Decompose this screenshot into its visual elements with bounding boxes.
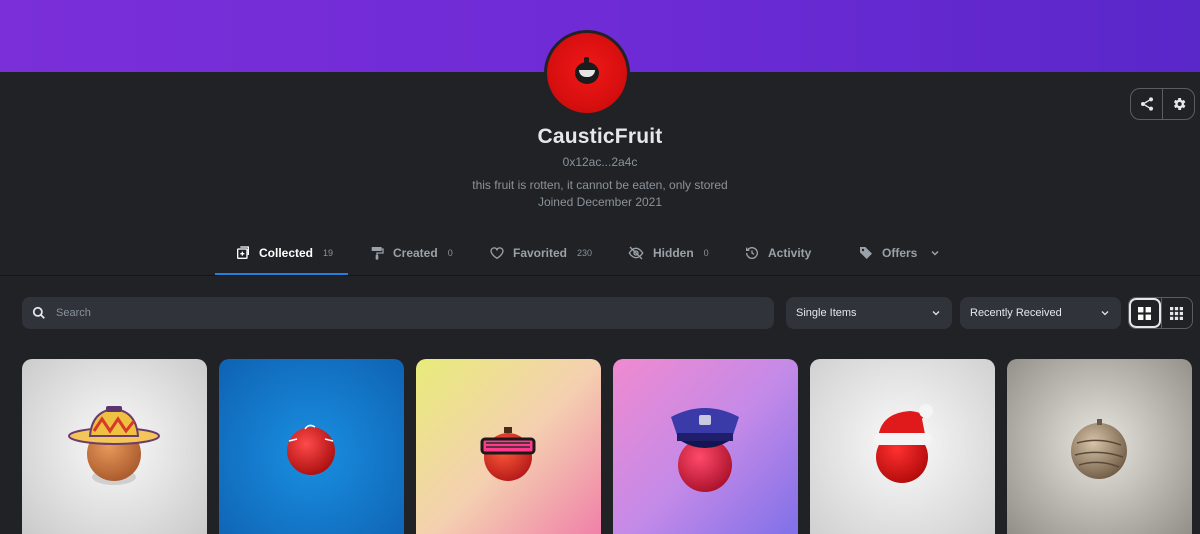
- tab-label: Hidden: [653, 246, 694, 260]
- search-input[interactable]: [56, 307, 736, 319]
- view-mode-toggle: [1128, 297, 1193, 329]
- tab-created[interactable]: Created 0: [349, 232, 473, 274]
- items-type-select[interactable]: Single Items: [786, 297, 952, 329]
- wallet-address[interactable]: 0x12ac...2a4c: [0, 155, 1200, 169]
- chevron-down-icon: [931, 250, 939, 256]
- small-grid-icon: [1170, 306, 1184, 320]
- search-bar[interactable]: [22, 297, 774, 329]
- nft-card[interactable]: [219, 359, 404, 534]
- profile-bio: this fruit is rotten, it cannot be eaten…: [472, 178, 728, 192]
- large-grid-icon: [1138, 306, 1152, 320]
- gear-icon: [1173, 98, 1186, 110]
- profile-info: CausticFruit 0x12ac...2a4c this fruit is…: [0, 125, 1200, 209]
- nft-image: [810, 359, 995, 534]
- settings-button[interactable]: [1162, 89, 1194, 119]
- nft-card[interactable]: [22, 359, 207, 534]
- tag-icon: [860, 247, 872, 259]
- nft-image: [219, 359, 404, 534]
- tab-count: 0: [703, 248, 709, 258]
- eye-off-icon: [628, 246, 644, 260]
- sort-select[interactable]: Recently Received: [960, 297, 1121, 329]
- nft-card[interactable]: [1007, 359, 1192, 534]
- nft-card[interactable]: [810, 359, 995, 534]
- collected-icon: [237, 245, 249, 259]
- nft-card[interactable]: [613, 359, 798, 534]
- small-grid-button[interactable]: [1160, 298, 1192, 328]
- tab-count: 0: [447, 248, 453, 258]
- large-grid-button[interactable]: [1129, 298, 1161, 328]
- search-icon: [32, 306, 45, 319]
- nft-image: [1007, 359, 1192, 534]
- tab-label: Favorited: [513, 246, 568, 260]
- tab-offers[interactable]: Offers: [838, 232, 961, 274]
- nft-card[interactable]: [416, 359, 601, 534]
- profile-tabs: Collected 19 Created 0 Favorited 230 Hid…: [0, 232, 1200, 276]
- tab-label: Activity: [768, 246, 812, 260]
- tab-label: Offers: [882, 246, 918, 260]
- avatar-fruit-image: [575, 57, 599, 84]
- tab-label: Created: [393, 246, 438, 260]
- share-button[interactable]: [1131, 89, 1162, 119]
- select-value: Single Items: [796, 307, 857, 319]
- profile-actions: [1130, 88, 1195, 120]
- tab-collected[interactable]: Collected 19: [215, 232, 348, 275]
- heart-icon: [490, 247, 504, 260]
- select-value: Recently Received: [970, 307, 1062, 319]
- tab-hidden[interactable]: Hidden 0: [607, 232, 729, 274]
- tab-activity[interactable]: Activity: [724, 232, 831, 274]
- history-icon: [746, 246, 758, 259]
- tab-label: Collected: [259, 245, 314, 260]
- joined-date: Joined December 2021: [537, 195, 663, 209]
- collection-grid: [22, 359, 1200, 534]
- profile-name: CausticFruit: [537, 125, 663, 148]
- chevron-down-icon: [932, 311, 940, 316]
- tab-count: 19: [323, 247, 334, 258]
- paint-roller-icon: [371, 247, 384, 260]
- nft-image: [613, 359, 798, 534]
- share-icon: [1140, 97, 1153, 111]
- chevron-down-icon: [1101, 311, 1109, 316]
- nft-image: [22, 359, 207, 534]
- tab-favorited[interactable]: Favorited 230: [469, 232, 612, 274]
- avatar: [544, 30, 630, 116]
- tab-count: 230: [577, 248, 593, 258]
- nft-image: [416, 359, 601, 534]
